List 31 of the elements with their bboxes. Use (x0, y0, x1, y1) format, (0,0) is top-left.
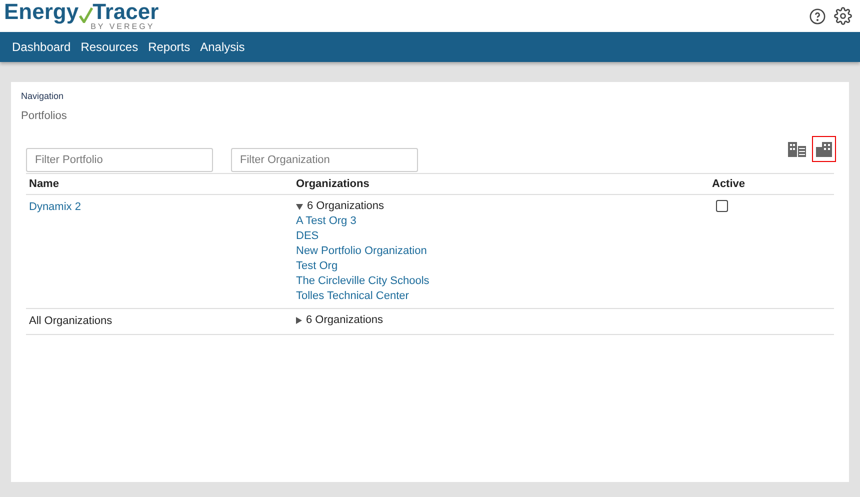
portfolio-name: All Organizations (29, 315, 112, 327)
organization-link[interactable]: Tolles Technical Center (296, 289, 409, 304)
help-icon[interactable] (809, 8, 826, 24)
organization-link[interactable]: Test Org (296, 259, 338, 274)
nav-link[interactable]: Analysis (200, 38, 245, 56)
column-header: Organizations (296, 176, 370, 192)
logo-tagline: BY VEREGY (90, 23, 156, 31)
nav-link[interactable]: Resources (80, 38, 138, 56)
filter-field[interactable]: Filter Organization (231, 148, 418, 172)
organizations-toggle[interactable]: 6 Organizations (296, 313, 712, 328)
check-icon (78, 7, 93, 23)
organizations-toggle[interactable]: 6 Organizations (296, 199, 712, 214)
portfolio-link[interactable]: Dynamix 2 (29, 201, 81, 213)
logo-text: Energy (4, 1, 79, 23)
nav-link[interactable]: Dashboard (12, 38, 71, 56)
organization-link[interactable]: A Test Org 3 (296, 214, 356, 229)
active-checkbox[interactable] (716, 200, 728, 212)
grid-view-button[interactable] (812, 136, 836, 162)
settings-icon[interactable] (834, 7, 852, 25)
organization-link[interactable]: New Portfolio Organization (296, 244, 427, 259)
filter-field[interactable]: Filter Portfolio (26, 148, 213, 172)
caret-right-icon (296, 317, 302, 324)
column-header: Name (29, 176, 60, 192)
organization-link[interactable]: DES (296, 229, 319, 244)
logo-text: Tracer (92, 1, 159, 23)
page-title: Portfolios (21, 108, 68, 124)
caret-down-icon (296, 204, 303, 210)
nav-link[interactable]: Reports (148, 38, 190, 56)
organization-link[interactable]: The Circleville City Schools (296, 274, 430, 289)
breadcrumb-label: Navigation (21, 90, 65, 103)
column-header: Active (712, 176, 746, 192)
